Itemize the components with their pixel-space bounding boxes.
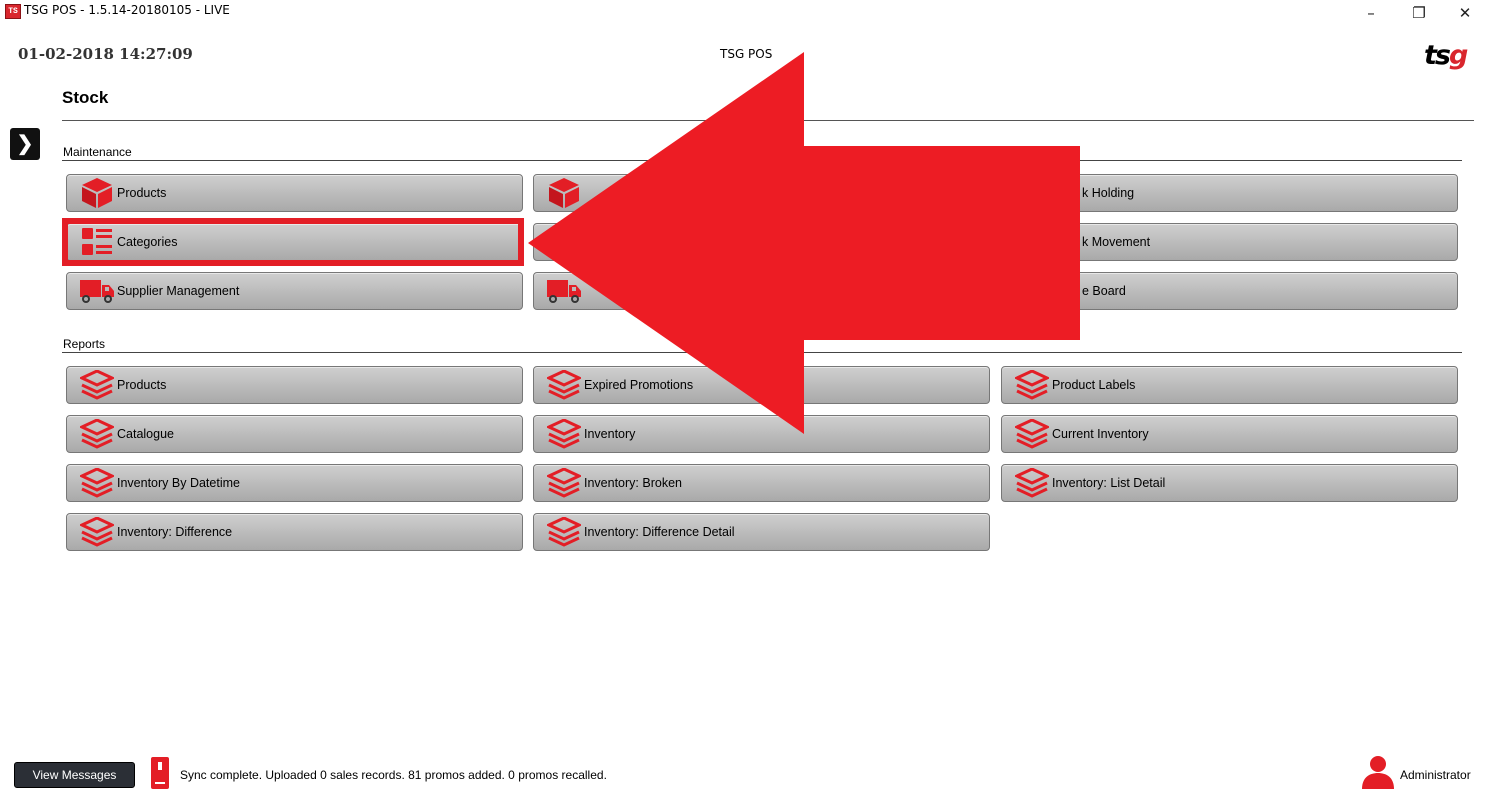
sync-status-text: Sync complete. Uploaded 0 sales records.… — [180, 768, 607, 782]
current-user: Administrator — [1400, 768, 1471, 782]
server-icon — [150, 756, 170, 795]
annotation-arrow — [528, 52, 1080, 434]
user-icon — [1360, 755, 1396, 796]
view-messages-button[interactable]: View Messages — [14, 762, 135, 788]
